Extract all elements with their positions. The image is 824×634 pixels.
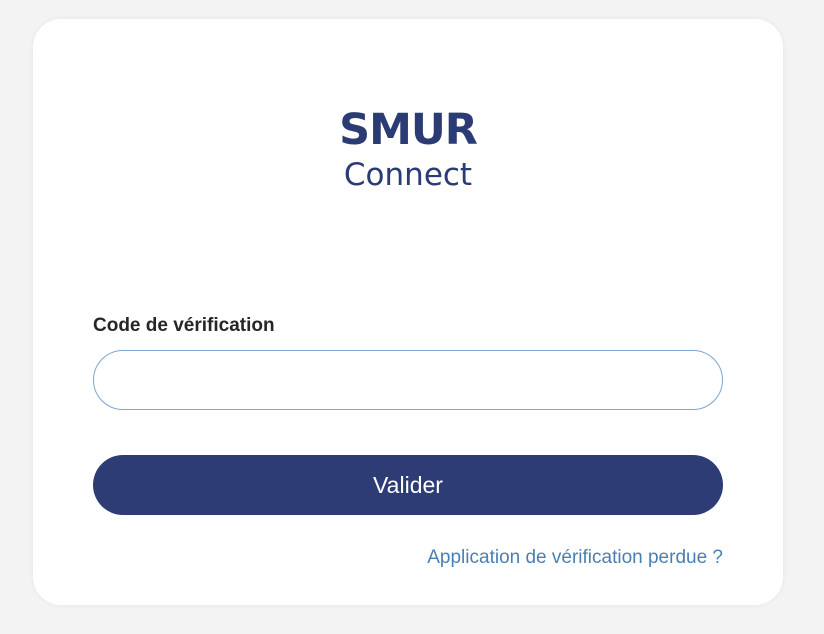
verification-code-label: Code de vérification bbox=[93, 315, 275, 336]
validate-button[interactable]: Valider bbox=[93, 455, 723, 515]
verification-code-input[interactable] bbox=[93, 350, 723, 410]
logo-title: SMUR bbox=[339, 105, 478, 155]
lost-verification-app-link[interactable]: Application de vérification perdue ? bbox=[427, 547, 723, 569]
logo: SMUR Connect bbox=[33, 105, 783, 195]
login-card: SMUR Connect Code de vérification Valide… bbox=[33, 19, 783, 605]
logo-subtitle: Connect bbox=[343, 157, 473, 193]
